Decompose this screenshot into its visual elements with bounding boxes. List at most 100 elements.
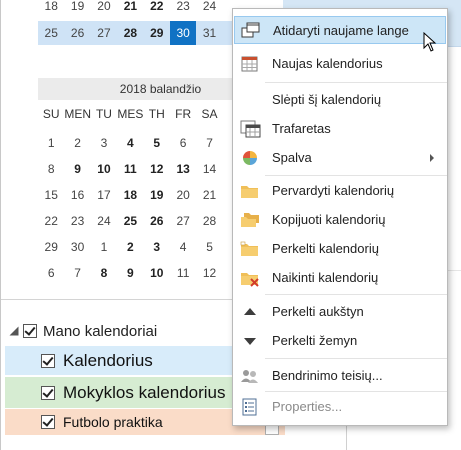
day-cell[interactable]: 6 [38,260,64,286]
menu-item-label: Slėpti šį kalendorių [272,92,382,107]
menu-item-new-calendar[interactable]: Naujas kalendorius [234,50,446,78]
menu-item-label: Naikinti kalendorių [272,270,379,285]
day-cell[interactable]: 21 [196,182,222,208]
menu-item-move-up[interactable]: Perkelti aukštyn [234,298,446,326]
day-cell[interactable]: 25 [38,21,64,45]
day-cell[interactable]: 12 [196,260,222,286]
day-cell[interactable]: 26 [144,208,170,234]
weekday-label: MES [117,107,144,121]
weekday-label: MEN [64,107,92,121]
day-cell[interactable]: 28 [117,21,143,45]
move-up-icon [240,303,260,321]
day-cell[interactable]: 20 [91,0,117,14]
menu-item-label: Properties... [272,399,343,414]
day-cell[interactable]: 27 [170,208,196,234]
day-cell[interactable]: 27 [91,21,117,45]
day-cell[interactable]: 23 [170,0,196,14]
day-cell[interactable]: 7 [64,260,90,286]
day-cell[interactable]: 4 [170,234,196,260]
menu-item-hide-calendar[interactable]: Slėpti šį kalendorių [234,86,446,114]
day-cell[interactable]: 6 [170,130,196,156]
day-cell[interactable]: 2 [64,130,90,156]
menu-item-delete[interactable]: Naikinti kalendorių [234,264,446,292]
day-cell[interactable]: 19 [64,0,90,14]
day-cell[interactable]: 1 [38,130,64,156]
folder-move-icon [240,240,260,258]
group-checkbox[interactable] [23,324,37,338]
menu-item-open-new-window[interactable]: Atidaryti naujame lange [234,16,446,44]
day-cell[interactable]: 5 [196,234,222,260]
day-cell[interactable]: 25 [117,208,143,234]
overlay-icon [240,120,261,138]
day-cell[interactable]: 22 [144,0,170,14]
day-cell[interactable]: 24 [91,208,117,234]
calendar-label: Mokyklos kalendorius [63,382,226,402]
day-cell[interactable]: 20 [170,182,196,208]
collapse-arrow-icon[interactable] [9,326,19,336]
day-cell[interactable]: 21 [117,0,143,14]
day-cell[interactable]: 11 [170,260,196,286]
menu-item-color[interactable]: Spalva [234,144,446,172]
weekday-label: FR [175,107,192,121]
day-cell[interactable]: 26 [64,21,90,45]
menu-item-label: Perkelti žemyn [272,333,358,348]
day-cell[interactable]: 31 [196,21,222,45]
menu-item-rename[interactable]: Pervardyti kalendorių [234,177,446,205]
day-cell[interactable]: 30 [64,234,90,260]
menu-separator [265,175,447,176]
folder-copy-icon [240,211,260,229]
menu-item-label: Atidaryti naujame lange [273,23,409,38]
menu-item-copy[interactable]: Kopijuoti kalendorių [234,206,446,234]
weekday-label: TH [148,107,165,121]
calendar-group-header[interactable]: Mano kalendoriai [9,322,157,340]
day-cell[interactable]: 2 [117,234,143,260]
menu-item-label: Trafaretas [272,121,331,136]
day-cell[interactable]: 18 [117,182,143,208]
day-cell[interactable]: 15 [38,182,64,208]
folder-icon [240,182,260,200]
day-cell[interactable]: 10 [144,260,170,286]
menu-item-overlay[interactable]: Trafaretas [234,115,446,143]
day-cell[interactable]: 29 [144,21,170,45]
menu-item-properties[interactable]: Properties... [234,393,446,421]
day-cell[interactable]: 29 [38,234,64,260]
day-cell[interactable]: 18 [38,0,64,14]
day-cell[interactable]: 17 [91,182,117,208]
properties-icon [240,398,260,416]
context-menu: Atidaryti naujame lange Naujas kalendori… [232,8,448,426]
menu-item-move[interactable]: Perkelti kalendorių [234,235,446,263]
day-cell[interactable]: 23 [64,208,90,234]
day-cell[interactable]: 1 [91,234,117,260]
day-cell[interactable]: 8 [91,260,117,286]
menu-item-label: Pervardyti kalendorių [272,183,395,198]
day-cell[interactable]: 24 [196,0,222,14]
day-cell[interactable]: 3 [144,234,170,260]
day-cell[interactable]: 5 [144,130,170,156]
day-cell[interactable]: 9 [64,156,90,182]
day-cell[interactable]: 11 [117,156,143,182]
calendar-checkbox[interactable] [41,415,55,429]
menu-item-label: Perkelti aukštyn [272,304,364,319]
menu-item-label: Spalva [272,150,312,165]
day-cell[interactable]: 14 [196,156,222,182]
new-window-icon [241,22,261,40]
menu-item-sharing-permissions[interactable]: Bendrinimo teisių... [234,362,446,390]
day-cell[interactable]: 16 [64,182,90,208]
today-cell[interactable]: 30 [169,21,197,45]
day-cell[interactable]: 12 [144,156,170,182]
calendar-checkbox[interactable] [41,385,55,400]
day-cell[interactable]: 7 [196,130,222,156]
day-cell[interactable]: 4 [117,130,143,156]
weekday-label: SU [42,107,60,121]
day-cell[interactable]: 8 [38,156,64,182]
day-cell[interactable]: 9 [117,260,143,286]
menu-item-move-down[interactable]: Perkelti žemyn [234,327,446,355]
day-cell[interactable]: 28 [196,208,222,234]
folder-delete-icon [240,269,260,287]
day-cell[interactable]: 3 [91,130,117,156]
day-cell[interactable]: 22 [38,208,64,234]
day-cell[interactable]: 13 [170,156,196,182]
calendar-checkbox[interactable] [41,353,55,368]
day-cell[interactable]: 10 [91,156,117,182]
day-cell[interactable]: 19 [144,182,170,208]
